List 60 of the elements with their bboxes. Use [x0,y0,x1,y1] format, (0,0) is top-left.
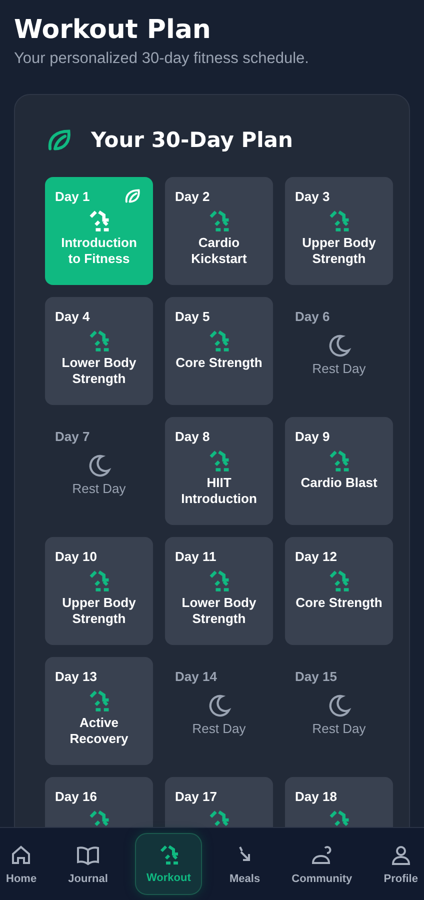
day-label: Day 4 [55,308,90,324]
nav-tab[interactable]: Community [288,837,356,891]
day-title: HIIT Introduction [180,475,258,507]
leaf-icon [123,187,143,205]
day-label: Day 9 [295,428,330,444]
day-card[interactable]: Day 9 Cardio Blast [285,417,393,525]
day-title: Lower Body Strength [60,355,138,387]
rest-day-cell[interactable]: Day 15 Rest Day [285,657,393,765]
day-label: Day 13 [55,668,97,684]
day-card[interactable]: Day 4 Lower Body Strength [45,297,153,405]
day-label: Day 18 [295,788,337,804]
day-label: Day 11 [175,548,216,564]
day-title: Active Recovery [68,715,130,747]
day-label: Day 5 [175,308,210,324]
nav-tab[interactable]: Workout [135,833,202,895]
day-card[interactable]: Day 2 Cardio Kickstart [165,177,273,285]
day-title: Introduction to Fitness [60,235,138,267]
day-card[interactable]: Day 10 Upper Body Strength [45,537,153,645]
nav-tab[interactable]: Profile [380,837,422,891]
nav-tab[interactable]: Meals [225,837,264,891]
day-title: Upper Body Strength [301,235,377,267]
page-title: Workout Plan [14,14,212,46]
day-title: Rest Day [312,361,366,377]
day-title: Core Strength [296,595,382,611]
day-card[interactable]: Day 16 [45,777,153,827]
day-card[interactable]: Day 18 [285,777,393,827]
day-title: Rest Day [312,721,366,737]
day-card[interactable]: Day 5 Core Strength [165,297,273,405]
day-title: Cardio Kickstart [190,235,248,267]
day-label: Day 17 [175,788,217,804]
day-card[interactable]: Day 17 [165,777,273,827]
day-card[interactable]: Day 13 Active Recovery [45,657,153,765]
day-label: Day 16 [55,788,97,804]
day-card[interactable]: Day 8 HIIT Introduction [165,417,273,525]
day-label: Day 14 [175,668,217,684]
day-label: Day 6 [295,308,330,324]
nav-tab[interactable]: Home [2,837,41,891]
day-title: Core Strength [176,355,262,371]
rest-day-cell[interactable]: Day 14 Rest Day [165,657,273,765]
day-card[interactable]: Day 12 Core Strength [285,537,393,645]
plan-title: Your 30-Day Plan [91,128,293,152]
day-title: Cardio Blast [300,475,378,491]
rest-day-cell[interactable]: Day 6 Rest Day [285,297,393,405]
day-label: Day 8 [175,428,210,444]
day-label: Day 1 [55,188,90,204]
day-label: Day 12 [295,548,337,564]
day-label: Day 3 [295,188,330,204]
day-title: Rest Day [192,721,246,737]
day-label: Day 15 [295,668,337,684]
day-card[interactable]: Day 11 Lower Body Strength [165,537,273,645]
rest-day-cell[interactable]: Day 7 Rest Day [45,417,153,525]
day-title: Lower Body Strength [180,595,258,627]
day-label: Day 7 [55,428,90,444]
day-label: Day 10 [55,548,97,564]
day-title: Rest Day [72,481,126,497]
day-card[interactable]: Day 3 Upper Body Strength [285,177,393,285]
day-title: Upper Body Strength [61,595,137,627]
day-label: Day 2 [175,188,210,204]
nav-tab[interactable]: Journal [64,837,112,891]
page-subtitle: Your personalized 30-day fitness schedule. [14,50,310,68]
